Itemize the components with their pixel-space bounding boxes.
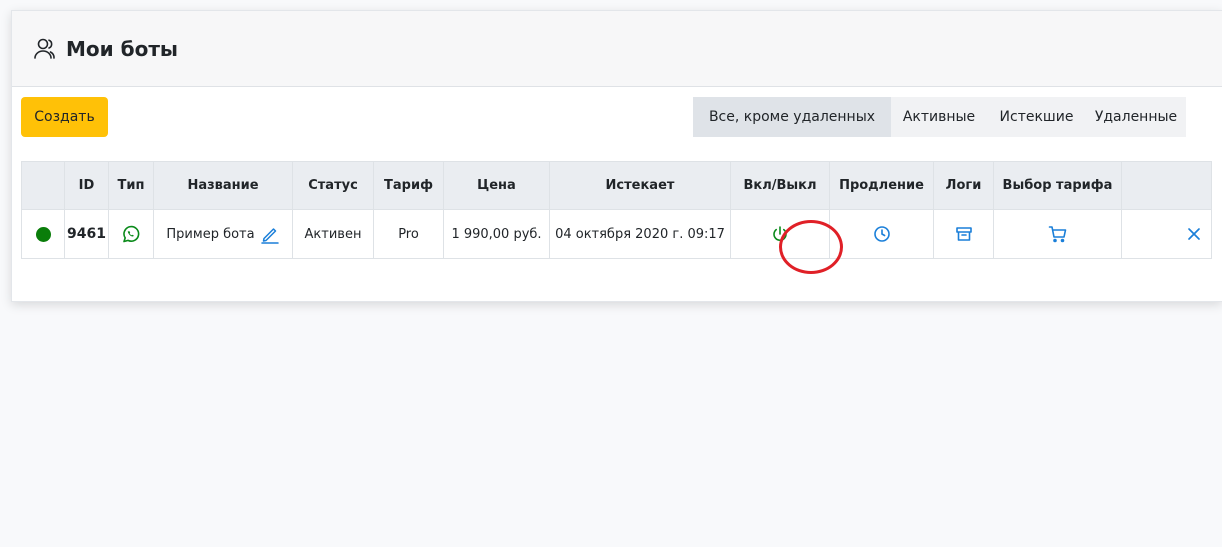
status-cell [21, 209, 65, 259]
col-tariff: Тариф [373, 161, 444, 210]
filter-tabs: Все, кроме удаленных Активные Истекшие У… [693, 97, 1186, 137]
bots-table: ID Тип Название Статус Тариф Цена Истека… [21, 161, 1212, 259]
col-actions [1121, 161, 1212, 210]
status-text-cell: Активен [292, 209, 374, 259]
clock-icon[interactable] [873, 225, 891, 243]
col-price: Цена [443, 161, 550, 210]
cart-icon[interactable] [1048, 224, 1068, 244]
col-id: ID [64, 161, 109, 210]
col-status-indicator [21, 161, 65, 210]
power-icon[interactable] [771, 225, 789, 243]
tab-deleted[interactable]: Удаленные [1086, 97, 1186, 137]
type-cell [108, 209, 154, 259]
actions-cell [1121, 209, 1212, 259]
col-expires: Истекает [549, 161, 731, 210]
archive-icon[interactable] [955, 225, 973, 243]
edit-pencil-icon[interactable] [260, 224, 280, 244]
page-title: Мои боты [66, 36, 179, 61]
tab-active[interactable]: Активные [891, 97, 987, 137]
create-button[interactable]: Создать [21, 97, 108, 137]
bot-name: Пример бота [166, 226, 255, 242]
status-dot [35, 226, 51, 242]
tariff-cell: Pro [373, 209, 444, 259]
name-cell: Пример бота [153, 209, 293, 259]
col-logs: Логи [933, 161, 994, 210]
col-toggle: Вкл/Выкл [730, 161, 830, 210]
price-cell: 1 990,00 руб. [443, 209, 550, 259]
expires-cell: 04 октября 2020 г. 09:17 [549, 209, 731, 259]
whatsapp-icon [123, 225, 140, 243]
col-status: Статус [292, 161, 374, 210]
toggle-cell [730, 209, 830, 259]
card-header: Мои боты [12, 11, 1222, 87]
tab-all-except-deleted[interactable]: Все, кроме удаленных [693, 97, 891, 137]
select-tariff-cell [993, 209, 1122, 259]
tab-expired[interactable]: Истекшие [987, 97, 1086, 137]
users-icon [34, 38, 55, 59]
logs-cell [933, 209, 994, 259]
table-row: 9461 Пример бота Активен Pro 1 990,00 ру… [21, 209, 1212, 259]
col-select-tariff: Выбор тарифа [993, 161, 1122, 210]
col-type: Тип [108, 161, 154, 210]
table-header-row: ID Тип Название Статус Тариф Цена Истека… [21, 161, 1212, 210]
id-cell: 9461 [64, 209, 109, 259]
extend-cell [829, 209, 934, 259]
col-name: Название [153, 161, 293, 210]
close-icon[interactable] [1187, 227, 1201, 241]
col-extend: Продление [829, 161, 934, 210]
